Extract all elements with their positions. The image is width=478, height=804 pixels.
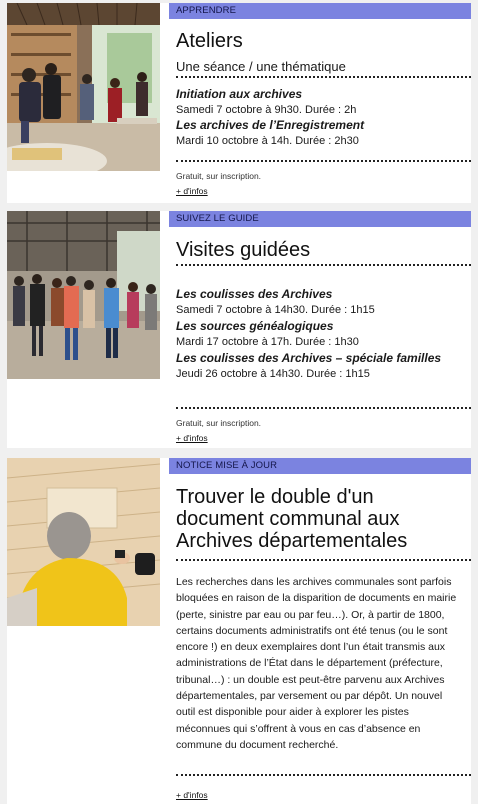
card-ateliers: APPRENDRE Ateliers Une séance / une thém… bbox=[7, 3, 471, 203]
ateliers-content: APPRENDRE Ateliers Une séance / une thém… bbox=[169, 3, 471, 203]
event-date: Samedi 7 octobre à 9h30. Durée : 2h bbox=[176, 104, 357, 116]
card-title[interactable]: Visites guidées bbox=[169, 239, 471, 261]
event-title: Les coulisses des Archives bbox=[176, 287, 333, 301]
card-subtitle: Une séance / une thématique bbox=[176, 59, 346, 74]
event-date: Mardi 10 octobre à 14h. Durée : 2h30 bbox=[176, 135, 359, 147]
notice-body: Les recherches dans les archives communa… bbox=[176, 576, 457, 751]
card-visites: SUIVEZ LE GUIDE Visites guidées Les coul… bbox=[7, 211, 471, 448]
card-tag: SUIVEZ LE GUIDE bbox=[169, 211, 471, 227]
event-title: Initiation aux archives bbox=[176, 87, 303, 101]
dotted-divider bbox=[176, 559, 471, 561]
card-title[interactable]: Trouver le double d'un document communal… bbox=[169, 486, 471, 552]
dotted-divider bbox=[176, 264, 471, 266]
more-info-link[interactable]: + d'infos bbox=[169, 186, 208, 196]
visites-photo bbox=[7, 211, 160, 379]
more-info-link[interactable]: + d'infos bbox=[169, 433, 208, 443]
more-info-link[interactable]: + d'infos bbox=[169, 790, 208, 800]
dotted-divider bbox=[176, 160, 471, 162]
notice-content: NOTICE MISE À JOUR Trouver le double d'u… bbox=[169, 458, 471, 804]
note-text: Gratuit, sur inscription. bbox=[176, 171, 262, 181]
event-date: Mardi 17 octobre à 17h. Durée : 1h30 bbox=[176, 336, 359, 348]
visites-content: SUIVEZ LE GUIDE Visites guidées Les coul… bbox=[169, 211, 471, 448]
event-title: Les archives de l’Enregistrement bbox=[176, 118, 365, 132]
card-title[interactable]: Ateliers bbox=[169, 30, 471, 52]
dotted-divider bbox=[176, 774, 471, 776]
note-text: Gratuit, sur inscription. bbox=[176, 418, 262, 428]
event-date: Samedi 7 octobre à 14h30. Durée : 1h15 bbox=[176, 304, 375, 316]
event-title: Les sources généalogiques bbox=[176, 319, 334, 333]
event-date: Jeudi 26 octobre à 14h30. Durée : 1h15 bbox=[176, 368, 370, 380]
card-tag: APPRENDRE bbox=[169, 3, 471, 19]
dotted-divider bbox=[176, 407, 471, 409]
card-tag: NOTICE MISE À JOUR bbox=[169, 458, 471, 474]
card-notice: NOTICE MISE À JOUR Trouver le double d'u… bbox=[7, 458, 471, 804]
ateliers-photo bbox=[7, 3, 160, 171]
dotted-divider bbox=[176, 76, 471, 78]
notice-photo bbox=[7, 458, 160, 626]
event-title: Les coulisses des Archives – spéciale fa… bbox=[176, 351, 442, 365]
